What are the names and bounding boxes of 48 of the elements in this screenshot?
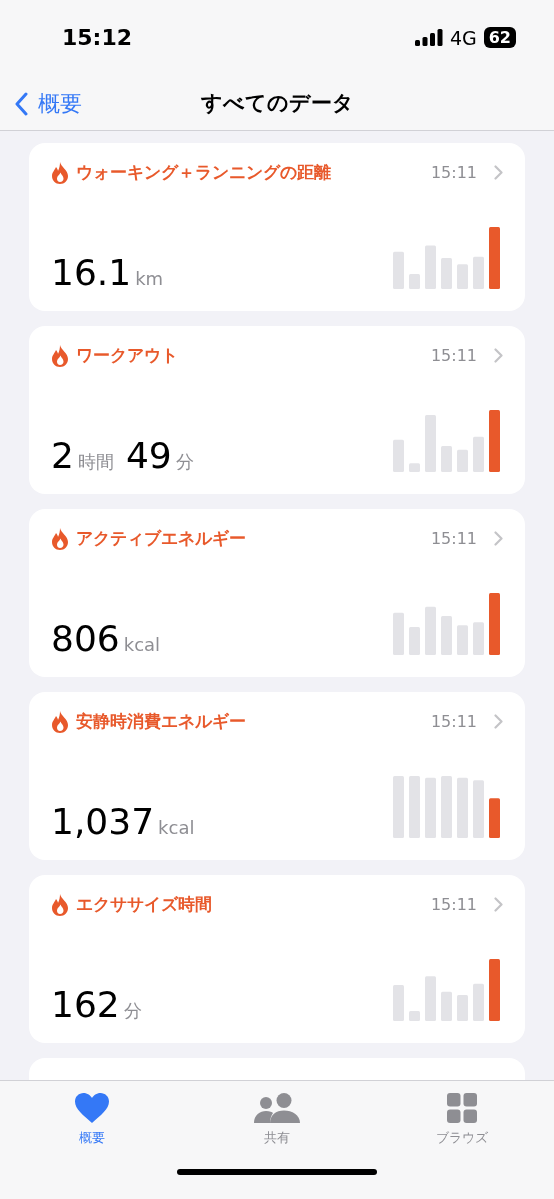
value-number: 2 xyxy=(51,435,74,476)
value-unit: 分 xyxy=(123,999,142,1023)
heart-icon xyxy=(75,1093,110,1123)
data-card[interactable]: ワークアウト 15:11 2 時間 49 分 xyxy=(29,326,525,494)
value-unit: 時間 xyxy=(77,450,114,474)
value-unit: km xyxy=(135,268,164,289)
data-card[interactable]: エクササイズ時間 15:11 162 分 xyxy=(29,875,525,1043)
flame-icon xyxy=(51,161,69,184)
chevron-right-icon xyxy=(494,897,503,912)
value-number: 1,037 xyxy=(51,801,155,842)
grid-icon xyxy=(446,1093,477,1123)
flame-icon xyxy=(51,893,69,916)
chevron-right-icon xyxy=(494,348,503,363)
value-number: 16.1 xyxy=(51,252,132,293)
card-time: 15:11 xyxy=(430,529,477,548)
tab-item[interactable]: 概要 xyxy=(52,1091,133,1149)
flame-icon xyxy=(51,527,69,550)
card-time: 15:11 xyxy=(430,346,477,365)
value-unit: 分 xyxy=(175,450,194,474)
card-title: アクティブエネルギー xyxy=(76,527,247,550)
data-card[interactable]: 安静時消費エネルギー 15:11 1,037 kcal xyxy=(29,692,525,860)
back-button[interactable]: 概要 xyxy=(12,87,84,121)
value-unit: kcal xyxy=(123,634,161,655)
network-label: 4G xyxy=(449,26,477,49)
value-number: 806 xyxy=(51,618,120,659)
people-icon xyxy=(254,1093,300,1123)
chevron-left-icon xyxy=(14,92,28,116)
chevron-right-icon xyxy=(494,714,503,729)
card-title: エクササイズ時間 xyxy=(76,893,213,916)
value-unit: kcal xyxy=(158,817,195,838)
flame-icon xyxy=(51,710,69,733)
card-title: 安静時消費エネルギー xyxy=(76,710,247,733)
card-time: 15:11 xyxy=(430,895,477,914)
signal-icon xyxy=(414,29,443,46)
card-time: 15:11 xyxy=(430,712,477,731)
value-number: 49 xyxy=(125,435,172,476)
card-title: ワークアウト xyxy=(76,344,179,367)
card-title: ウォーキング＋ランニングの距離 xyxy=(76,161,332,184)
chevron-right-icon xyxy=(494,165,503,180)
data-card[interactable]: ウォーキング＋ランニングの距離 15:11 16.1 km xyxy=(29,143,525,311)
value-number: 162 xyxy=(51,984,120,1025)
page-title: すべてのデータ xyxy=(200,89,354,117)
flame-icon xyxy=(51,344,69,367)
battery-level: 62 xyxy=(483,27,516,48)
chevron-right-icon xyxy=(494,531,503,546)
status-time: 15:12 xyxy=(62,25,133,50)
data-card[interactable]: アクティブエネルギー 15:11 806 kcal xyxy=(29,509,525,677)
card-time: 15:11 xyxy=(430,163,477,182)
